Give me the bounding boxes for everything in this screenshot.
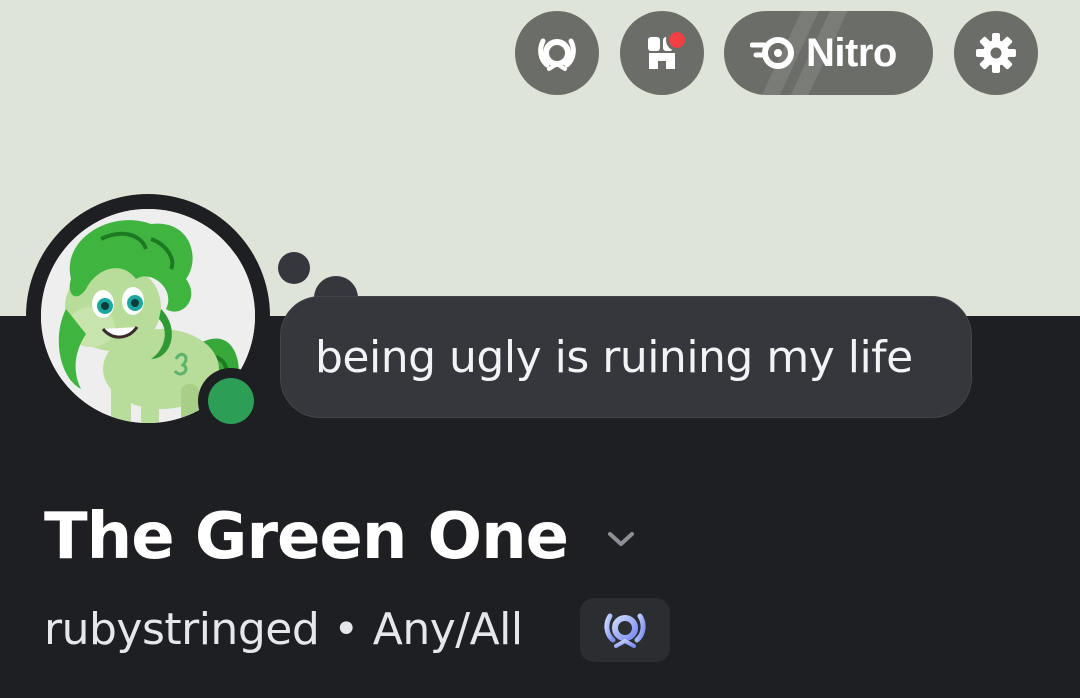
nitro-label: Nitro (806, 30, 897, 75)
display-name[interactable]: The Green One (44, 500, 569, 574)
gear-icon (976, 33, 1016, 73)
settings-button[interactable] (954, 11, 1038, 95)
quest-badge[interactable] (580, 598, 670, 662)
nitro-icon (750, 37, 794, 69)
shop-notification-dot (666, 29, 688, 51)
shop-button[interactable] (620, 11, 704, 95)
chevron-down-icon[interactable] (604, 524, 638, 554)
quests-button[interactable] (515, 11, 599, 95)
separator-dot: • (333, 604, 359, 655)
username: rubystringed (44, 604, 320, 655)
thought-dot-small (278, 252, 310, 284)
nitro-button[interactable]: Nitro (724, 11, 933, 95)
online-status-dot (208, 378, 254, 424)
quest-badge-icon (604, 613, 646, 648)
custom-status-bubble[interactable]: being ugly is ruining my life (280, 296, 972, 418)
custom-status-text: being ugly is ruining my life (315, 331, 913, 383)
user-subline: rubystringed • Any/All (44, 604, 523, 655)
quests-laurel-icon (538, 38, 576, 71)
pronouns: Any/All (372, 604, 523, 655)
